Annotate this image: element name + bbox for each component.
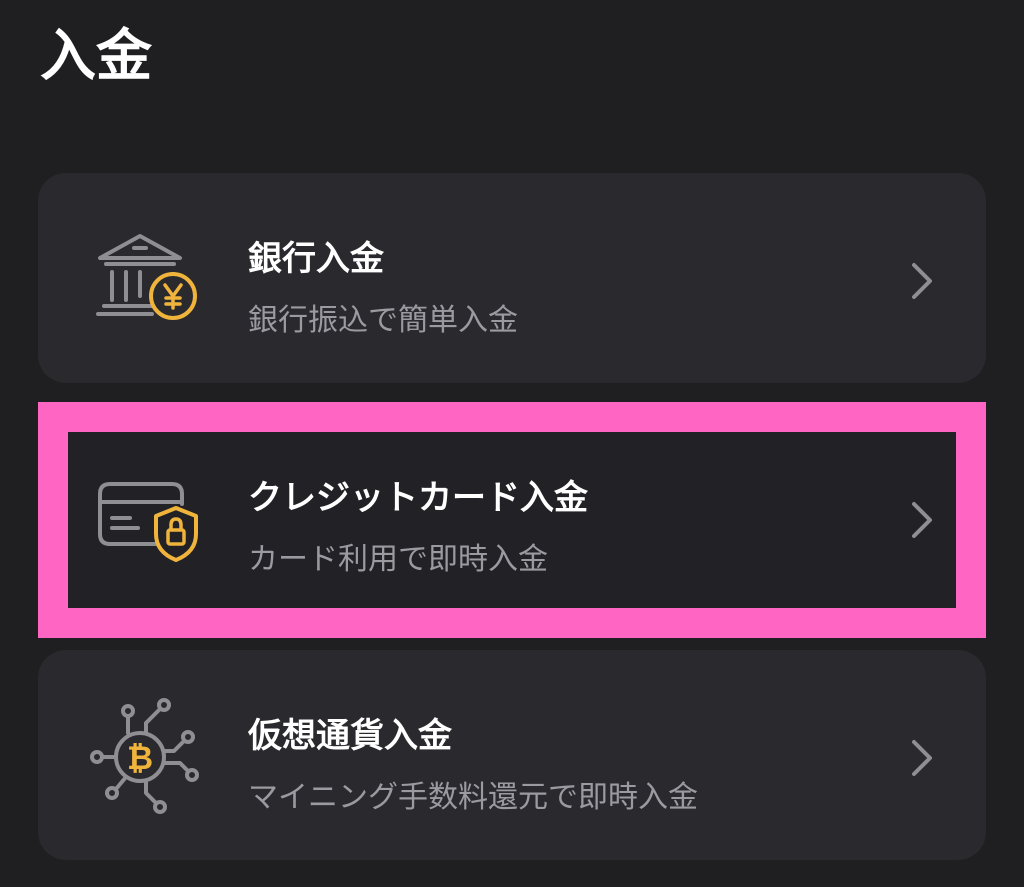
deposit-option-bank-title: 銀行入金 (248, 239, 384, 279)
bitcoin-network-icon: ₿ (90, 698, 199, 814)
chevron-right-icon (912, 502, 932, 538)
deposit-option-bank[interactable]: 銀行入金 銀行振込で簡単入金 (38, 173, 986, 383)
page-title: 入金 (40, 24, 152, 89)
deposit-option-crypto-subtitle: マイニング手数料還元で即時入金 (248, 780, 698, 815)
deposit-option-bank-subtitle: 銀行振込で簡単入金 (248, 303, 518, 338)
deposit-option-credit-card-title: クレジットカード入金 (248, 478, 588, 518)
deposit-page: 入金 銀行入金 銀行振込で簡単入金 クレジットカード入金 カード利用で即時入金 … (0, 0, 1024, 887)
svg-text:₿: ₿ (127, 739, 153, 777)
chevron-right-icon (912, 740, 932, 776)
deposit-option-credit-card[interactable]: クレジットカード入金 カード利用で即時入金 (68, 432, 956, 608)
bank-yen-icon (96, 234, 197, 320)
deposit-option-crypto-title: 仮想通貨入金 (248, 716, 452, 756)
deposit-option-credit-card-subtitle: カード利用で即時入金 (248, 542, 548, 577)
credit-card-lock-icon (98, 482, 198, 562)
deposit-option-crypto[interactable]: ₿ 仮想通貨入金 マイニング手数料還元で即時入金 (38, 650, 986, 860)
chevron-right-icon (912, 263, 932, 299)
